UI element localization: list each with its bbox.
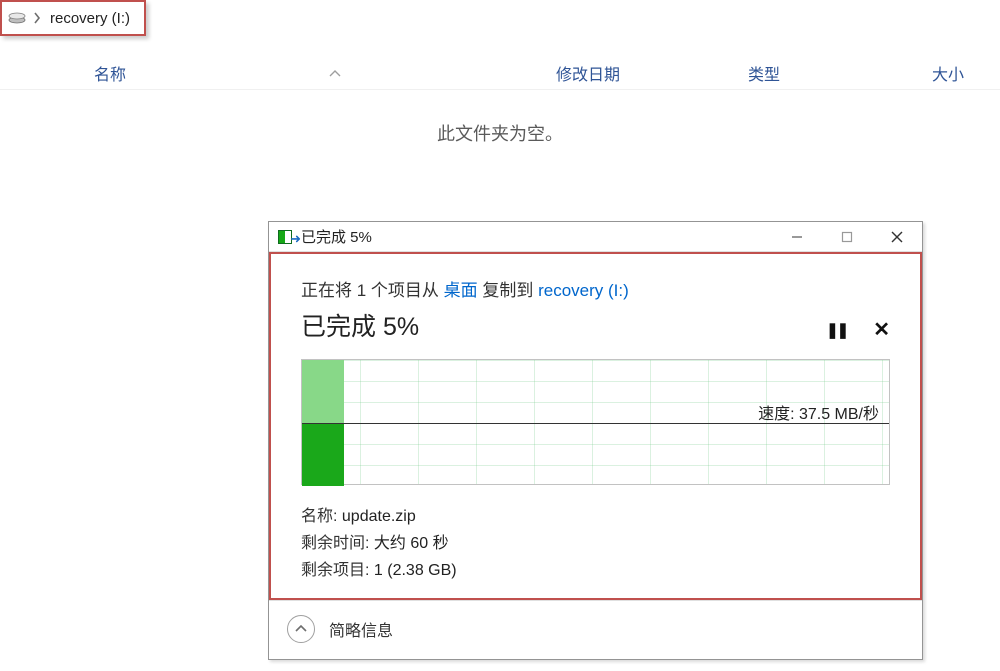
items-label: 剩余项目: [301,562,374,579]
column-size[interactable]: 大小 [932,61,1000,85]
collapse-details-button[interactable] [287,615,315,643]
time-label: 剩余时间: [301,535,374,552]
cancel-button[interactable]: ✕ [873,317,890,342]
copy-mid: 复制到 [478,281,538,300]
dialog-footer: 简略信息 [269,600,922,659]
column-headers: 名称 修改日期 类型 大小 [0,56,1000,90]
pause-button[interactable]: ❚❚ [826,321,847,339]
dialog-content: 正在将 1 个项目从 桌面 复制到 recovery (I:) 已完成 5% ❚… [269,252,922,600]
name-label: 名称: [301,508,342,525]
window-controls [772,222,922,252]
progress-icon: ➜ [269,222,301,252]
details-toggle-label[interactable]: 简略信息 [329,617,393,641]
detail-items: 剩余项目: 1 (2.38 GB) [301,557,890,584]
sort-indicator-icon[interactable] [320,69,350,77]
name-value: update.zip [342,508,416,525]
copy-progress-dialog: ➜ 已完成 5% 正在将 1 个项目从 桌面 复制到 recovery (I:)… [268,221,923,660]
dialog-titlebar[interactable]: ➜ 已完成 5% [269,222,922,252]
empty-folder-text: 此文件夹为空。 [0,120,1000,146]
time-value: 大约 60 秒 [374,535,449,552]
transfer-speed-chart: 速度: 37.5 MB/秒 [301,359,890,485]
copy-description: 正在将 1 个项目从 桌面 复制到 recovery (I:) [301,276,890,301]
detail-name: 名称: update.zip [301,503,890,530]
copy-prefix: 正在将 1 个项目从 [301,281,444,300]
chevron-right-icon[interactable] [28,12,46,24]
column-name[interactable]: 名称 [0,61,320,85]
source-link[interactable]: 桌面 [444,281,478,300]
column-date[interactable]: 修改日期 [350,61,732,85]
speed-label: 速度: 37.5 MB/秒 [758,400,879,424]
destination-link[interactable]: recovery (I:) [538,281,629,300]
minimize-button[interactable] [772,222,822,252]
progress-status: 已完成 5% [301,307,890,343]
maximize-button[interactable] [822,222,872,252]
chart-bar-dark [302,423,344,486]
items-value: 1 (2.38 GB) [374,562,457,579]
close-button[interactable] [872,222,922,252]
breadcrumb[interactable]: recovery (I:) [0,0,146,36]
chart-bar-light [302,360,344,423]
column-type[interactable]: 类型 [732,61,932,85]
transfer-details: 名称: update.zip 剩余时间: 大约 60 秒 剩余项目: 1 (2.… [301,503,890,584]
dialog-title: 已完成 5% [301,226,772,247]
breadcrumb-path[interactable]: recovery (I:) [46,10,140,27]
progress-controls: ❚❚ ✕ [826,317,890,342]
detail-time: 剩余时间: 大约 60 秒 [301,530,890,557]
drive-icon [6,12,28,24]
